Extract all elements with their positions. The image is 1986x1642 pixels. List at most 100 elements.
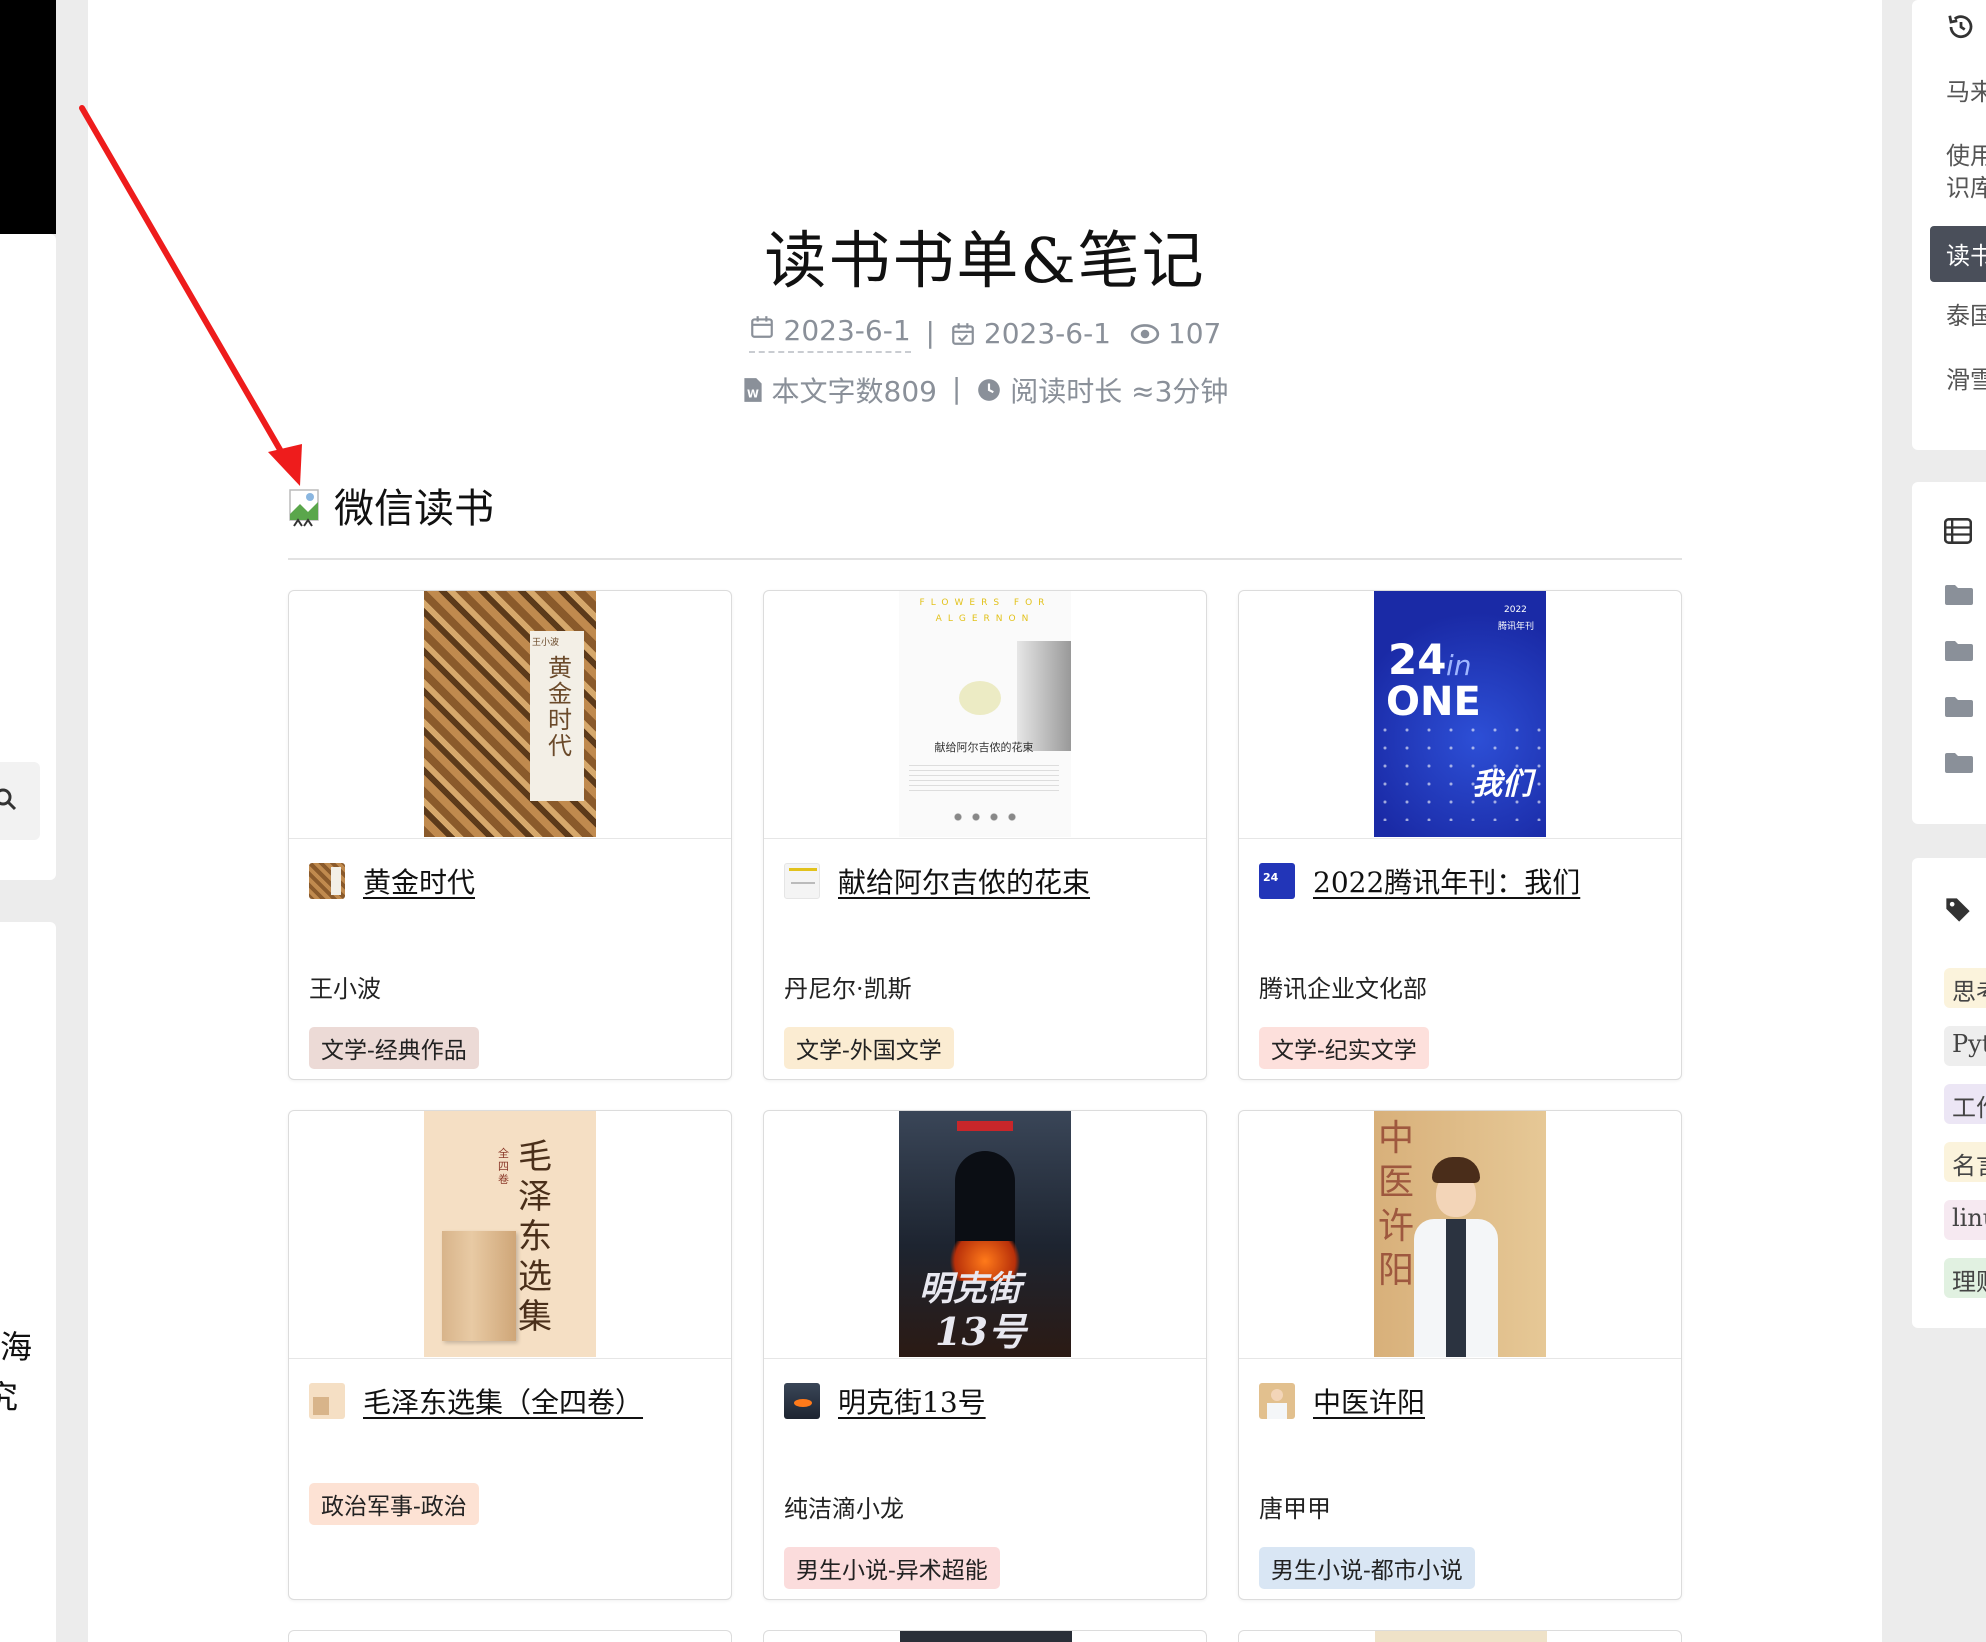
book-card[interactable]: FLOWERS FOR ALGERNON 献给阿尔吉侬的花束 献给阿尔吉侬的花束… bbox=[763, 590, 1207, 1080]
book-title-link[interactable]: 献给阿尔吉侬的花束 bbox=[838, 861, 1090, 901]
calendar-icon bbox=[750, 316, 773, 338]
cover-banner: FLOWERS FOR ALGERNON bbox=[919, 598, 1051, 624]
book-title-row: 献给阿尔吉侬的花束 bbox=[784, 861, 1090, 901]
book-card[interactable]: 中医许阳 中医许阳 唐甲甲 男生小说-都市小说 bbox=[1238, 1110, 1682, 1600]
updated-date-text: 2023-6-1 bbox=[983, 317, 1111, 350]
recent-post-active[interactable]: 读书 bbox=[1930, 226, 1986, 282]
book-card[interactable] bbox=[763, 1630, 1207, 1642]
history-icon bbox=[1948, 15, 1973, 39]
book-category-tag[interactable]: 文学-经典作品 bbox=[309, 1027, 479, 1069]
cover-title: 献给阿尔吉侬的花束 bbox=[934, 741, 1034, 754]
tag-chip[interactable]: Pyt bbox=[1944, 1026, 1986, 1066]
left-card-lower: 海 究 bbox=[0, 922, 56, 1642]
word-count: W 本文字数809 bbox=[742, 370, 937, 410]
book-title-link[interactable]: 黄金时代 bbox=[363, 861, 475, 901]
recent-post-link[interactable]: 泰国 bbox=[1946, 300, 1986, 332]
cover-year: 2022 bbox=[1504, 605, 1527, 615]
read-time-text: 阅读时长 ≈3分钟 bbox=[1010, 375, 1229, 408]
book-card[interactable]: 黄金时代 王小波 黄金时代 王小波 文学-经典作品 bbox=[288, 590, 732, 1080]
left-profile-banner bbox=[0, 0, 56, 234]
section-divider bbox=[288, 558, 1682, 560]
book-cover[interactable]: 黄金时代 王小波 bbox=[424, 591, 596, 837]
book-card[interactable]: 明克街 13号 明克街13号 纯洁滴小龙 男生小说-异术超能 bbox=[763, 1110, 1207, 1600]
article-card: 读书书单&笔记 2023-6-1 | 2023-6-1 107 W 本文字数80… bbox=[88, 0, 1882, 1642]
cover-area: 毛泽东选集 全四卷 bbox=[289, 1111, 731, 1359]
cover-title: 黄金时代 bbox=[548, 654, 572, 760]
book-title-row: 明克街13号 bbox=[784, 1381, 986, 1421]
recent-post-active-label: 读书 bbox=[1946, 242, 1986, 270]
tag-chip[interactable]: linu bbox=[1944, 1200, 1986, 1240]
clock-icon bbox=[978, 379, 1001, 401]
cover-author: 王小波 bbox=[532, 638, 560, 648]
recent-post-link[interactable]: 马来 bbox=[1946, 76, 1986, 108]
book-category-tag[interactable]: 男生小说-异术超能 bbox=[784, 1547, 1000, 1589]
book-category-tag[interactable]: 男生小说-都市小说 bbox=[1259, 1547, 1475, 1589]
book-title-row: 24 2022腾讯年刊：我们 bbox=[1259, 861, 1580, 901]
search-button[interactable] bbox=[0, 762, 40, 840]
book-card[interactable] bbox=[1238, 1630, 1682, 1642]
eye-icon bbox=[1130, 323, 1160, 344]
book-cover[interactable]: 中医许阳 bbox=[1374, 1111, 1546, 1357]
cover-title: 毛泽东选集 bbox=[518, 1137, 552, 1337]
tag-chip[interactable]: 理财 bbox=[1944, 1258, 1986, 1298]
book-author: 王小波 bbox=[309, 975, 381, 1003]
book-card[interactable]: 毛泽东选集 全四卷 毛泽东选集（全四卷） 政治军事-政治 bbox=[288, 1110, 732, 1600]
categories-widget bbox=[1912, 482, 1986, 824]
book-author: 丹尼尔·凯斯 bbox=[784, 975, 912, 1003]
book-author: 纯洁滴小龙 bbox=[784, 1495, 904, 1523]
book-category-tag[interactable]: 政治军事-政治 bbox=[309, 1483, 479, 1525]
broken-image-icon bbox=[288, 480, 324, 530]
page-title: 读书书单&笔记 bbox=[764, 224, 1206, 297]
book-title-link[interactable]: 2022腾讯年刊：我们 bbox=[1313, 861, 1580, 901]
view-count: 107 bbox=[1130, 317, 1221, 350]
folder-icon[interactable] bbox=[1944, 640, 1974, 662]
post-meta: 2023-6-1 | 2023-6-1 107 bbox=[88, 314, 1882, 353]
book-title-link[interactable]: 毛泽东选集（全四卷） bbox=[363, 1381, 643, 1421]
updated-date: 2023-6-1 bbox=[950, 317, 1111, 350]
cover-title: 中医许阳 bbox=[1378, 1118, 1415, 1291]
book-category-tag[interactable]: 文学-外国文学 bbox=[784, 1027, 954, 1069]
tag-chip[interactable]: 思考 bbox=[1944, 968, 1986, 1008]
recent-post-link[interactable]: 滑雪 bbox=[1946, 364, 1986, 396]
book-author: 腾讯企业文化部 bbox=[1259, 975, 1427, 1003]
book-title-link[interactable]: 中医许阳 bbox=[1313, 1381, 1425, 1421]
book-card[interactable]: 24 in ONE 2022 腾讯年刊 我们 24 2022腾讯年刊：我们 腾讯… bbox=[1238, 590, 1682, 1080]
cover-area: FLOWERS FOR ALGERNON 献给阿尔吉侬的花束 bbox=[764, 591, 1206, 839]
folder-icon[interactable] bbox=[1944, 752, 1974, 774]
meta-separator: | bbox=[951, 372, 962, 405]
book-card[interactable] bbox=[288, 1630, 732, 1642]
post-stats: W 本文字数809 | 阅读时长 ≈3分钟 bbox=[88, 370, 1882, 410]
tag-chip[interactable]: 名言 bbox=[1944, 1142, 1986, 1182]
cover-subtitle: 腾讯年刊 bbox=[1498, 622, 1535, 632]
book-thumbnail bbox=[784, 863, 820, 899]
section-heading: 微信读书 bbox=[288, 476, 494, 534]
book-thumbnail bbox=[784, 1383, 820, 1419]
tags-widget: 思考 Pyt 工作 名言 linu 理财 bbox=[1912, 858, 1986, 1328]
read-time: 阅读时长 ≈3分钟 bbox=[976, 370, 1228, 410]
word-file-icon: W bbox=[743, 378, 762, 402]
recent-post-link[interactable]: 识库 bbox=[1946, 172, 1986, 204]
recent-posts-widget: 马来 使用 识库 读书 泰国 滑雪 bbox=[1912, 0, 1986, 450]
tag-icon bbox=[1946, 898, 1970, 922]
book-grid-next-row bbox=[288, 1630, 1682, 1642]
book-title-link[interactable]: 明克街13号 bbox=[838, 1381, 986, 1421]
calendar-check-icon bbox=[952, 322, 974, 345]
book-cover[interactable]: 明克街 13号 bbox=[899, 1111, 1071, 1357]
list-icon bbox=[1944, 518, 1972, 544]
book-cover[interactable]: 24 in ONE 2022 腾讯年刊 我们 bbox=[1374, 591, 1546, 837]
book-cover[interactable]: 毛泽东选集 全四卷 bbox=[424, 1111, 596, 1357]
book-title-row: 黄金时代 bbox=[309, 861, 475, 901]
folder-icon[interactable] bbox=[1944, 696, 1974, 718]
word-count-text: 本文字数809 bbox=[771, 375, 937, 408]
created-date: 2023-6-1 bbox=[748, 314, 911, 353]
tag-chip[interactable]: 工作 bbox=[1944, 1084, 1986, 1124]
recent-post-link[interactable]: 使用 bbox=[1946, 140, 1986, 172]
cover-title: 13号 bbox=[935, 1309, 1026, 1354]
book-author: 唐甲甲 bbox=[1259, 1495, 1331, 1523]
cover-area: 24 in ONE 2022 腾讯年刊 我们 bbox=[1239, 591, 1681, 839]
created-date-text: 2023-6-1 bbox=[783, 314, 911, 347]
book-category-tag[interactable]: 文学-纪实文学 bbox=[1259, 1027, 1429, 1069]
book-cover[interactable]: FLOWERS FOR ALGERNON 献给阿尔吉侬的花束 bbox=[899, 591, 1071, 837]
left-text-line: 海 bbox=[0, 1328, 33, 1366]
folder-icon[interactable] bbox=[1944, 584, 1974, 606]
